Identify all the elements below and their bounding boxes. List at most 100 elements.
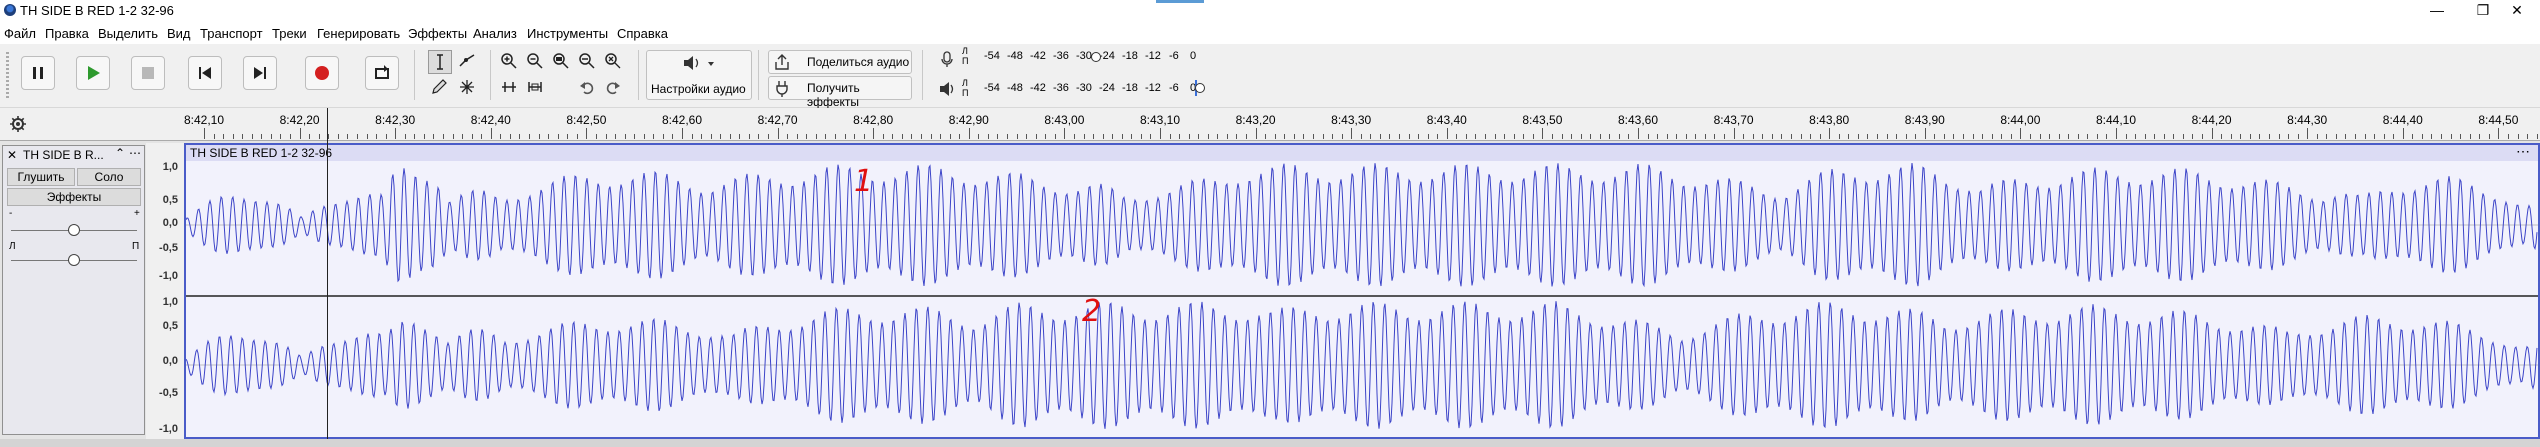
horizontal-scrollbar[interactable]	[0, 439, 2540, 447]
ruler-tick	[2488, 134, 2490, 139]
menu-tools[interactable]: Инструменты	[527, 26, 608, 41]
close-icon: ✕	[7, 148, 18, 162]
meter-tick: -24	[1099, 82, 1115, 94]
stop-button[interactable]	[131, 56, 165, 90]
ruler-tick	[280, 134, 282, 139]
skip-to-end-button[interactable]	[243, 56, 277, 90]
undo-icon	[580, 82, 594, 95]
ruler-tick	[1599, 134, 1601, 139]
silence-audio-button[interactable]	[524, 76, 546, 98]
undo-button[interactable]	[576, 76, 598, 98]
ruler-tick	[1341, 134, 1343, 139]
fit-project-button[interactable]	[576, 50, 598, 72]
track-collapse-button[interactable]: ⌃	[115, 146, 125, 160]
amplitude-ruler[interactable]: 1,0 0,5 0,0 -0,5 -1,0 1,0 0,5 0,0 -0,5 -…	[146, 143, 184, 439]
audio-setup-label: Настройки аудио	[651, 82, 746, 96]
solo-button[interactable]: Соло	[77, 168, 141, 186]
menu-file[interactable]: Файл	[4, 26, 36, 41]
ruler-tick	[261, 134, 263, 139]
ruler-tick	[1867, 134, 1869, 139]
menu-analyze[interactable]: Анализ	[473, 26, 517, 41]
ruler-tick	[2402, 128, 2404, 139]
ruler-tick	[1418, 134, 1420, 139]
waveform-canvas[interactable]: 1 2	[186, 161, 2538, 437]
clip-title-bar[interactable]: TH SIDE B RED 1-2 32-96 ⋯	[186, 143, 2538, 161]
record-meter[interactable]: Л П -54 -48 -42 -36 -30 -24 -18 -12 -6 0	[962, 46, 1212, 68]
ruler-label: 8:43,40	[1426, 113, 1467, 127]
meter-tick: -36	[1053, 82, 1069, 94]
timeline-options-button[interactable]	[8, 114, 28, 134]
ruler-tick	[2116, 128, 2117, 139]
selection-tool[interactable]	[428, 50, 452, 74]
ruler-tick	[1704, 134, 1706, 139]
ruler-tick	[2460, 134, 2462, 139]
ruler-tick	[376, 134, 378, 139]
minimize-button[interactable]: —	[2414, 0, 2460, 22]
ruler-tick	[748, 134, 750, 139]
zoom-toggle-button[interactable]	[602, 50, 624, 72]
playback-meter[interactable]: Л П -54 -48 -42 -36 -30 -24 -18 -12 -6 0	[962, 78, 1212, 100]
ruler-tick	[2469, 134, 2471, 139]
ruler-tick	[643, 134, 645, 139]
share-audio-button[interactable]: Поделиться аудио	[768, 50, 912, 74]
menu-tracks[interactable]: Треки	[272, 26, 307, 41]
trim-audio-button[interactable]	[498, 76, 520, 98]
ruler-tick	[1093, 134, 1095, 139]
pan-slider-knob[interactable]	[68, 254, 80, 266]
playback-meter-button[interactable]	[936, 78, 958, 100]
close-window-button[interactable]: ✕	[2494, 0, 2540, 22]
ruler-tick	[232, 134, 234, 139]
zoom-out-button[interactable]	[524, 50, 546, 72]
menu-generate[interactable]: Генерировать	[317, 26, 400, 41]
mute-button[interactable]: Глушить	[7, 168, 75, 186]
ruler-tick	[2202, 134, 2204, 139]
audio-clip[interactable]: TH SIDE B RED 1-2 32-96 ⋯ 1 2	[184, 143, 2540, 439]
pause-button[interactable]	[21, 56, 55, 90]
clip-menu-button[interactable]: ⋯	[2516, 143, 2530, 160]
ruler-tick	[1838, 134, 1840, 139]
ruler-tick	[490, 128, 492, 139]
pan-slider[interactable]	[11, 254, 137, 268]
audio-setup-button[interactable]: Настройки аудио	[646, 50, 752, 100]
ruler-label: 8:43,90	[1904, 113, 1945, 127]
ruler-tick	[1504, 134, 1506, 139]
effects-button[interactable]: Эффекты	[7, 188, 141, 206]
ruler-tick	[634, 134, 636, 139]
fit-selection-button[interactable]	[550, 50, 572, 72]
menu-select[interactable]: Выделить	[98, 26, 158, 41]
menu-effects[interactable]: Эффекты	[408, 26, 467, 41]
menu-help[interactable]: Справка	[617, 26, 668, 41]
toolbar-grip[interactable]	[6, 52, 9, 98]
playback-meter-right-label: П	[962, 88, 969, 98]
amp-label: 1,0	[162, 161, 178, 173]
record-button[interactable]	[305, 56, 339, 90]
track-menu-button[interactable]: ⋯	[129, 146, 142, 160]
track-close-button[interactable]: ✕	[7, 148, 17, 162]
get-effects-button[interactable]: Получить эффекты	[768, 76, 912, 109]
ruler-tick	[968, 128, 970, 139]
track-name-menu[interactable]: TH SIDE B R...	[23, 148, 104, 162]
ruler-tick	[1513, 134, 1515, 139]
ruler-tick	[806, 134, 808, 139]
ruler-tick	[251, 134, 253, 139]
gain-slider[interactable]	[11, 224, 137, 238]
play-button[interactable]	[76, 56, 110, 90]
track-control-panel[interactable]: ✕ TH SIDE B R... ⌃ ⋯ Глушить Соло Эффект…	[2, 145, 145, 435]
channel-2-annotation: 2	[1082, 294, 1101, 329]
skip-start-icon	[199, 67, 211, 79]
menu-view[interactable]: Вид	[167, 26, 191, 41]
skip-to-start-button[interactable]	[188, 56, 222, 90]
envelope-tool[interactable]	[456, 50, 478, 72]
menu-edit[interactable]: Правка	[45, 26, 89, 41]
loop-button[interactable]	[365, 56, 399, 90]
gain-slider-knob[interactable]	[68, 224, 80, 236]
timeline-ruler[interactable]: 8:42,10 8:42,20 8:42,30 8:42,40 8:42,50 8:42,…	[0, 108, 2540, 141]
record-meter-button[interactable]	[936, 48, 958, 70]
menu-transport[interactable]: Транспорт	[200, 26, 263, 41]
zoom-in-button[interactable]	[498, 50, 520, 72]
ruler-tick	[1016, 134, 1018, 139]
draw-tool[interactable]	[428, 76, 450, 98]
ruler-tick	[2364, 134, 2366, 139]
redo-button[interactable]	[602, 76, 624, 98]
multi-tool[interactable]	[456, 76, 478, 98]
